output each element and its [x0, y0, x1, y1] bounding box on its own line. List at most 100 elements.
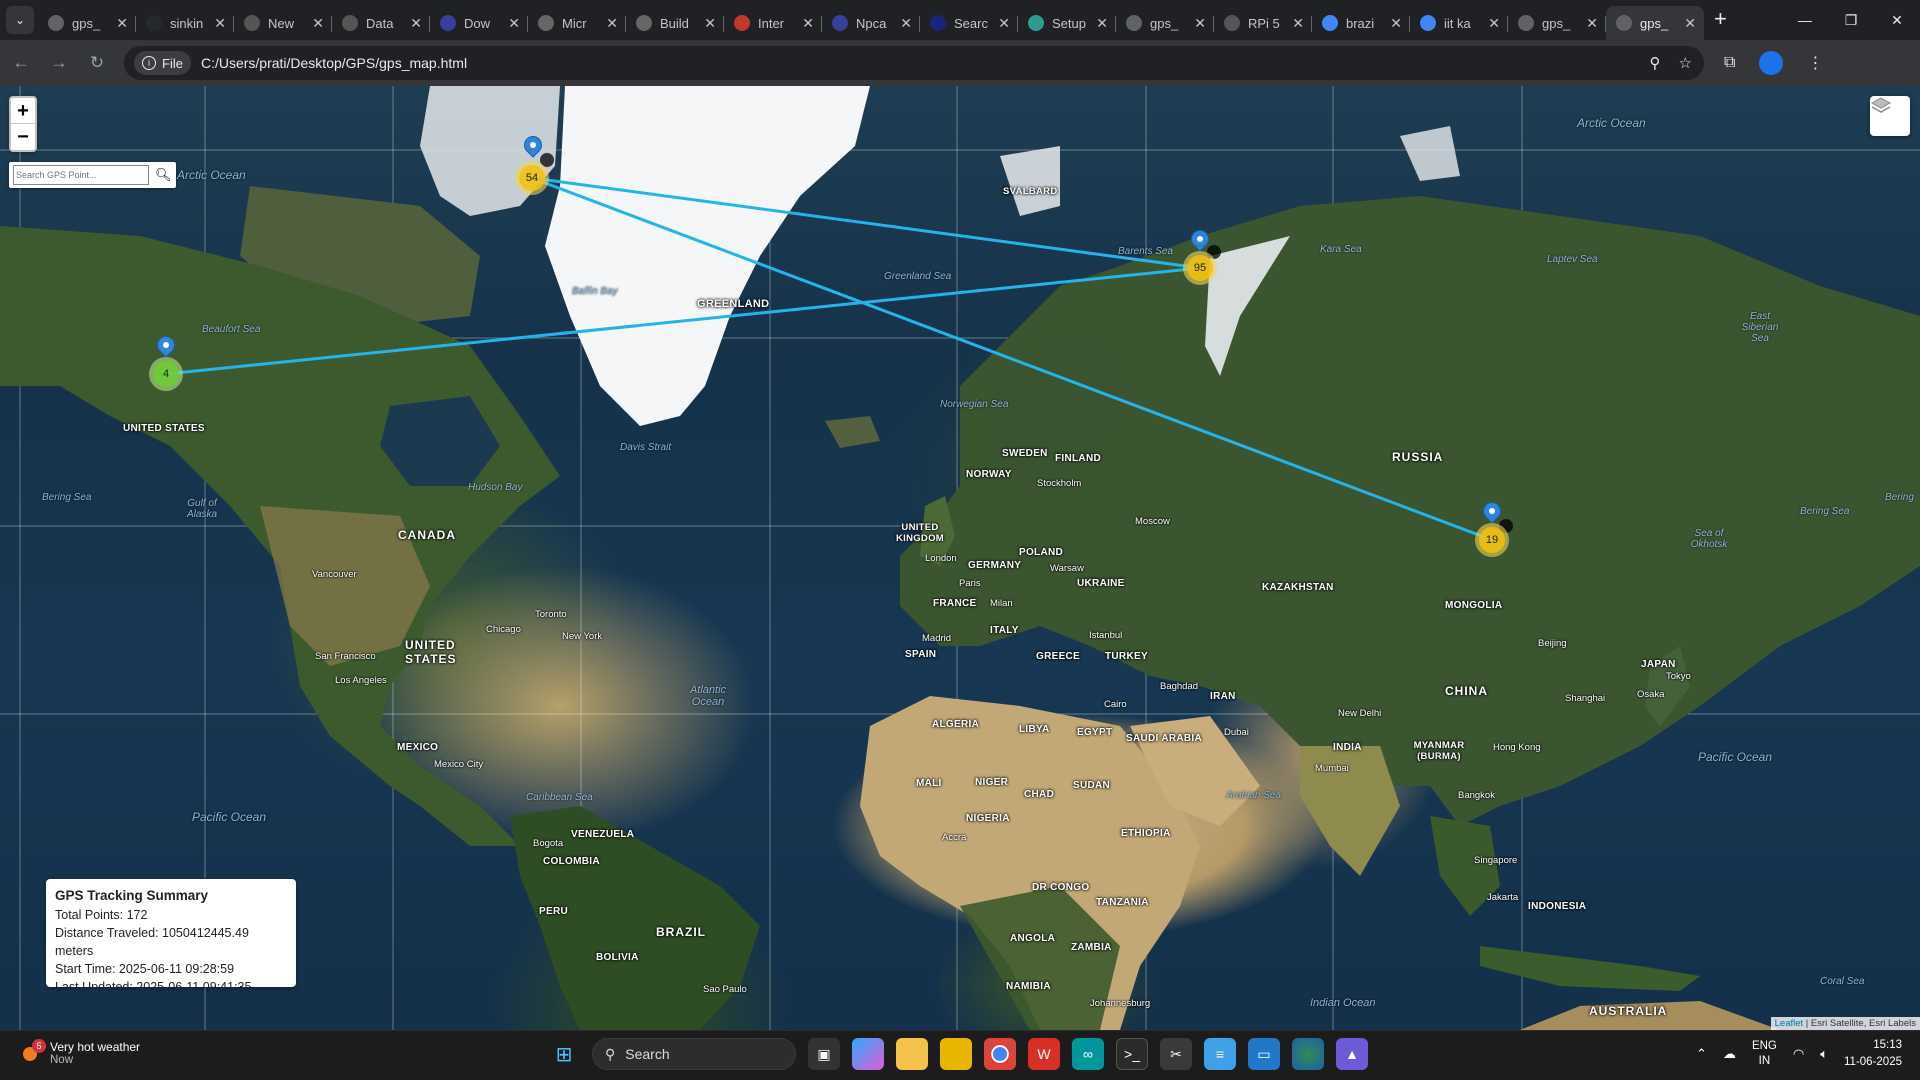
weather-widget[interactable]: 5 Very hot weather Now: [20, 1039, 140, 1066]
tab[interactable]: gps_ ✕: [38, 6, 136, 40]
zoom-in-button[interactable]: +: [11, 98, 35, 124]
wifi-icon[interactable]: ◠: [1793, 1046, 1804, 1062]
tab[interactable]: gps_ ✕: [1606, 6, 1704, 40]
globe-icon: [1616, 15, 1632, 31]
close-tab-icon[interactable]: ✕: [1488, 15, 1500, 32]
tab[interactable]: Inter ✕: [724, 6, 822, 40]
search-icon[interactable]: 🔍︎: [155, 167, 172, 183]
close-tab-icon[interactable]: ✕: [606, 15, 618, 32]
close-tab-icon[interactable]: ✕: [998, 15, 1010, 32]
copilot-icon[interactable]: [852, 1038, 884, 1070]
close-tab-icon[interactable]: ✕: [704, 15, 716, 32]
close-tab-icon[interactable]: ✕: [1684, 15, 1696, 32]
tab-title: gps_: [1640, 15, 1669, 31]
site-info-chip[interactable]: i File: [134, 51, 191, 75]
file-explorer-icon[interactable]: [896, 1038, 928, 1070]
tab[interactable]: New ✕: [234, 6, 332, 40]
layers-control[interactable]: [1870, 96, 1910, 136]
tab[interactable]: iit ka ✕: [1410, 6, 1508, 40]
tab[interactable]: Build ✕: [626, 6, 724, 40]
tab-title: New: [268, 15, 295, 31]
sea-label: Bering Sea: [1800, 506, 1850, 517]
close-tab-icon[interactable]: ✕: [508, 15, 520, 32]
city-label: Mexico City: [434, 759, 484, 770]
weather-badge: 5: [32, 1039, 46, 1053]
close-tab-icon[interactable]: ✕: [312, 15, 324, 32]
tab[interactable]: brazi ✕: [1312, 6, 1410, 40]
zoom-out-button[interactable]: −: [11, 124, 35, 150]
extensions-icon[interactable]: ⧉: [1724, 54, 1735, 72]
reload-button[interactable]: ↻: [80, 46, 114, 80]
close-tab-icon[interactable]: ✕: [1194, 15, 1206, 32]
close-tab-icon[interactable]: ✕: [802, 15, 814, 32]
paint-app-icon[interactable]: [940, 1038, 972, 1070]
snipping-tool-icon[interactable]: ✂: [1160, 1038, 1192, 1070]
clock[interactable]: 15:13 11-06-2025: [1844, 1037, 1902, 1071]
task-view-icon[interactable]: ▣: [808, 1038, 840, 1070]
volume-icon[interactable]: 🔈︎: [1820, 1046, 1828, 1062]
tab[interactable]: Setup ✕: [1018, 6, 1116, 40]
chevron-up-icon[interactable]: ⌃: [1696, 1046, 1707, 1062]
bookmark-star-icon[interactable]: ☆: [1679, 54, 1692, 72]
zoom-icon[interactable]: ⚲: [1650, 54, 1661, 72]
marker-cluster[interactable]: 4: [149, 357, 183, 391]
tab-title: brazi: [1346, 15, 1375, 31]
notepad-icon[interactable]: ≡: [1204, 1038, 1236, 1070]
close-tab-icon[interactable]: ✕: [1096, 15, 1108, 32]
new-tab-button[interactable]: +: [1714, 6, 1727, 32]
tab-search-button[interactable]: ⌄: [6, 6, 34, 34]
close-tab-icon[interactable]: ✕: [1292, 15, 1304, 32]
close-window-button[interactable]: ✕: [1874, 0, 1920, 40]
forward-button[interactable]: →: [42, 46, 76, 80]
close-tab-icon[interactable]: ✕: [1390, 15, 1402, 32]
url-text[interactable]: C:/Users/prati/Desktop/GPS/gps_map.html: [201, 55, 467, 71]
address-bar[interactable]: i File C:/Users/prati/Desktop/GPS/gps_ma…: [124, 46, 1704, 80]
marker-cluster[interactable]: 95: [1183, 251, 1217, 285]
sea-label: Greenland Sea: [884, 271, 952, 282]
terminal-icon[interactable]: >_: [1116, 1038, 1148, 1070]
tab[interactable]: Dow ✕: [430, 6, 528, 40]
close-tab-icon[interactable]: ✕: [1586, 15, 1598, 32]
country-label: RUSSIA: [1392, 450, 1444, 464]
tab[interactable]: sinkin ✕: [136, 6, 234, 40]
tab[interactable]: Data ✕: [332, 6, 430, 40]
close-tab-icon[interactable]: ✕: [900, 15, 912, 32]
gps-search-input[interactable]: [13, 165, 149, 185]
onedrive-icon[interactable]: ☁: [1723, 1046, 1736, 1062]
sea-label: Barents Sea: [1118, 246, 1174, 257]
country-label: SPAIN: [905, 649, 937, 660]
close-tab-icon[interactable]: ✕: [214, 15, 226, 32]
marker-cluster[interactable]: 54: [515, 161, 549, 195]
tab[interactable]: gps_ ✕: [1116, 6, 1214, 40]
tab[interactable]: RPi 5 ✕: [1214, 6, 1312, 40]
map-view[interactable]: Arctic Ocean Arctic Ocean Beaufort Sea B…: [0, 86, 1920, 1030]
language-indicator[interactable]: ENG IN: [1752, 1039, 1777, 1069]
city-label: Baghdad: [1160, 681, 1199, 692]
taskbar-search[interactable]: ⚲ Search: [592, 1038, 796, 1070]
back-button[interactable]: ←: [4, 46, 38, 80]
arduino-icon[interactable]: ∞: [1072, 1038, 1104, 1070]
country-label: MONGOLIA: [1445, 600, 1503, 611]
windows-start-icon[interactable]: ⊞: [548, 1038, 580, 1070]
chrome-icon[interactable]: [984, 1038, 1016, 1070]
country-label: BOLIVIA: [596, 952, 639, 963]
earth-icon[interactable]: [1292, 1038, 1324, 1070]
tab[interactable]: Npca ✕: [822, 6, 920, 40]
summary-title: GPS Tracking Summary: [55, 888, 209, 903]
remote-desktop-icon[interactable]: ▭: [1248, 1038, 1280, 1070]
profile-avatar[interactable]: [1759, 51, 1784, 75]
close-tab-icon[interactable]: ✕: [116, 15, 128, 32]
sea-label: Pacific Ocean: [1698, 750, 1773, 764]
close-tab-icon[interactable]: ✕: [410, 15, 422, 32]
restore-button[interactable]: ❐: [1828, 0, 1874, 40]
minimize-button[interactable]: —: [1782, 0, 1828, 40]
wps-office-icon[interactable]: W: [1028, 1038, 1060, 1070]
tab[interactable]: Searc ✕: [920, 6, 1018, 40]
tab[interactable]: Micr ✕: [528, 6, 626, 40]
city-label: Paris: [959, 578, 981, 589]
tab[interactable]: gps_ ✕: [1508, 6, 1606, 40]
marker-cluster[interactable]: 19: [1475, 523, 1509, 557]
leaflet-link[interactable]: Leaflet: [1775, 1018, 1804, 1029]
menu-kebab-icon[interactable]: ⋮: [1807, 53, 1823, 73]
mountain-app-icon[interactable]: ▲: [1336, 1038, 1368, 1070]
